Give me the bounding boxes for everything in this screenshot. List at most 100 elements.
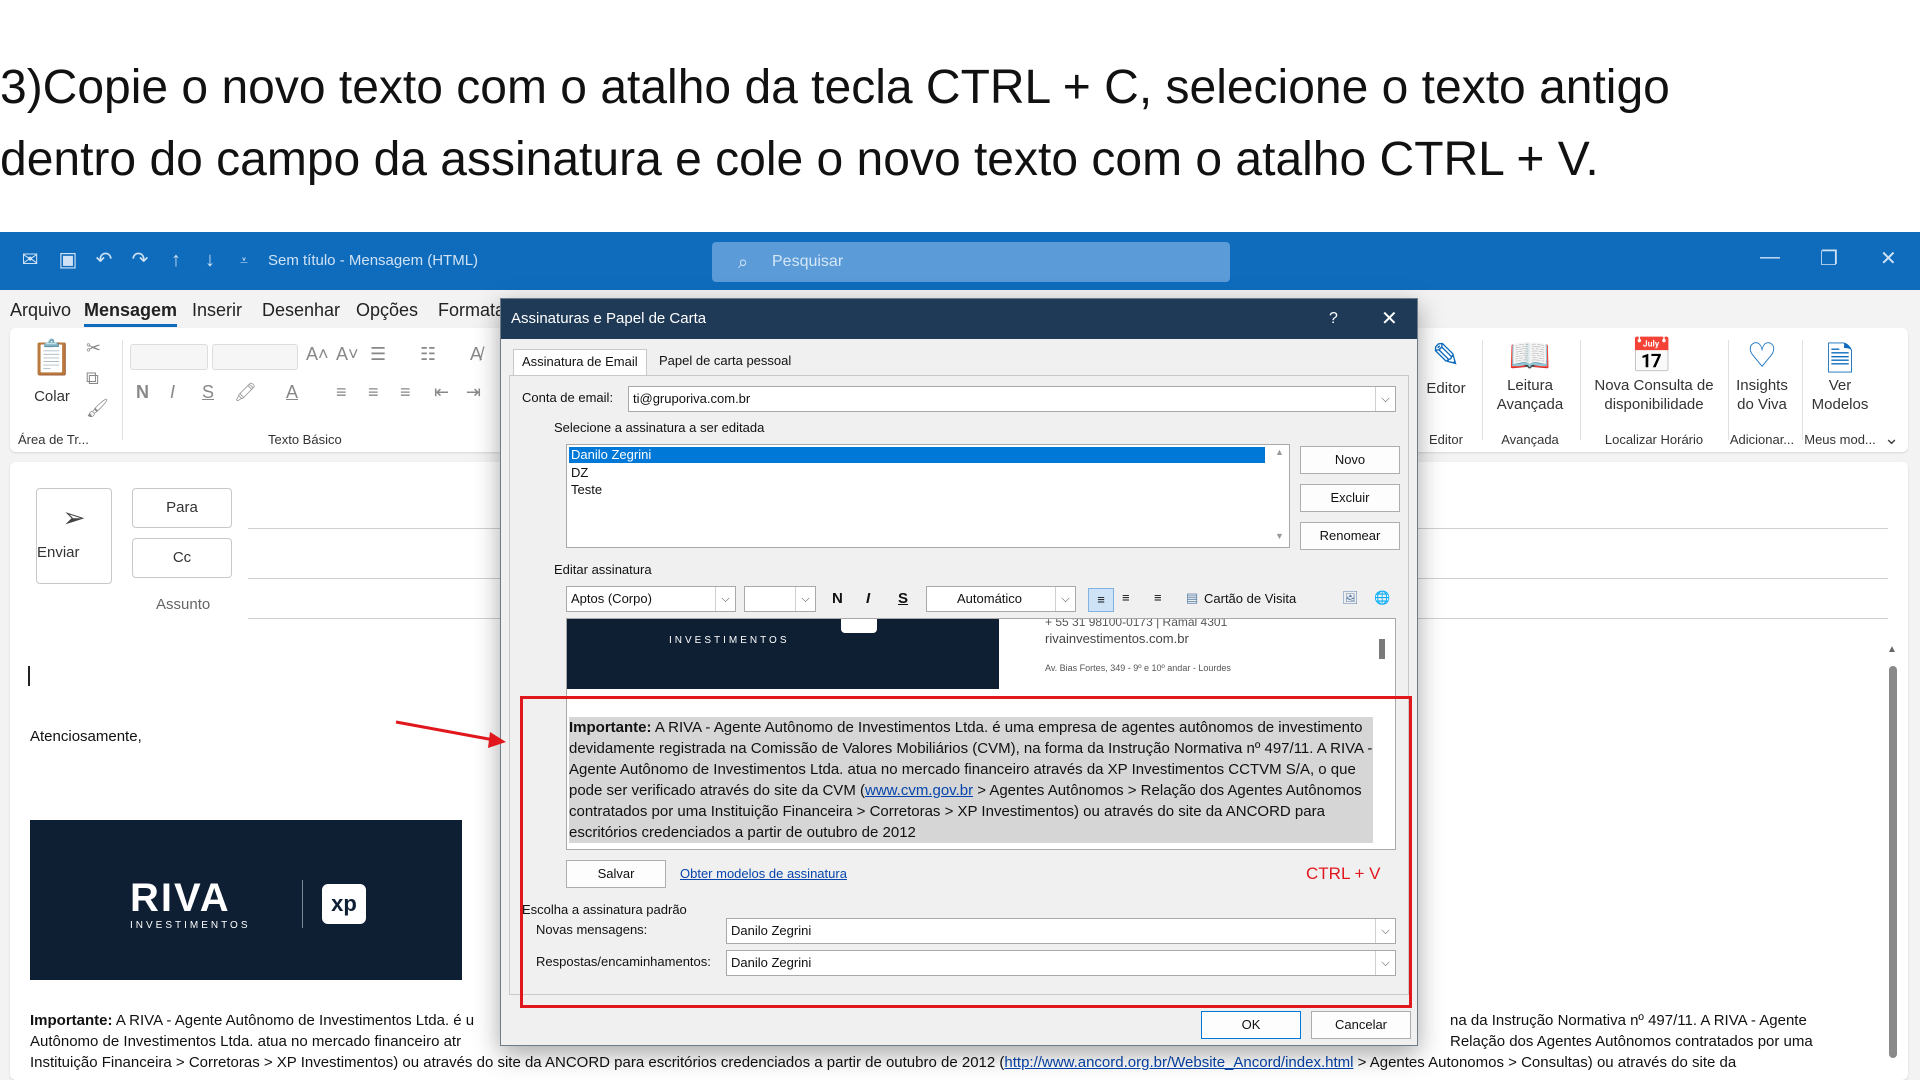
close-icon[interactable]: ✕ bbox=[1381, 299, 1398, 339]
insights-label[interactable]: Insights do Viva bbox=[1732, 376, 1792, 414]
ok-button[interactable]: OK bbox=[1201, 1011, 1301, 1039]
editor-scrollbar-thumb[interactable] bbox=[1379, 639, 1385, 659]
viva-insights-icon[interactable]: ♡ bbox=[1732, 336, 1792, 376]
sig-underline-button[interactable]: S bbox=[898, 590, 908, 607]
disclaimer-line-1b: na da Instrução Normativa nº 497/11. A R… bbox=[1450, 1012, 1807, 1029]
list-scroll-up-icon[interactable]: ▲ bbox=[1275, 447, 1284, 457]
indent-icon[interactable]: ⇥ bbox=[466, 382, 481, 403]
immersive-reader-label[interactable]: Leitura Avançada bbox=[1490, 376, 1570, 414]
immersive-reader-icon[interactable]: 📖 bbox=[1500, 336, 1560, 376]
copy-icon[interactable]: ⧉ bbox=[86, 368, 99, 389]
signature-list[interactable]: Danilo Zegrini DZ Teste ▲ ▼ bbox=[566, 444, 1290, 548]
signature-list-item[interactable]: Danilo Zegrini bbox=[569, 447, 1265, 463]
minimize-icon[interactable]: — bbox=[1760, 246, 1780, 269]
outdent-icon[interactable]: ⇤ bbox=[434, 382, 449, 403]
title-bar: ✉ ▣ ↶ ↷ ↑ ↓ ⩡ Sem título - Mensagem (HTM… bbox=[0, 232, 1920, 290]
rename-signature-button[interactable]: Renomear bbox=[1300, 522, 1400, 550]
underline-button[interactable]: S bbox=[202, 382, 214, 403]
signature-list-item[interactable]: DZ bbox=[567, 465, 1289, 482]
tab-desenhar[interactable]: Desenhar bbox=[262, 300, 340, 321]
business-card-icon[interactable]: ▤ bbox=[1186, 590, 1198, 606]
align-center-icon[interactable]: ≡ bbox=[1122, 590, 1130, 605]
chevron-down-icon: ⌵ bbox=[1055, 587, 1075, 611]
new-signature-button[interactable]: Novo bbox=[1300, 446, 1400, 474]
subject-label: Assunto bbox=[156, 596, 211, 613]
font-size-box[interactable] bbox=[212, 344, 298, 370]
ancord-link[interactable]: http://www.ancord.org.br/Website_Ancord/… bbox=[1004, 1054, 1353, 1071]
arrow-down-icon[interactable]: ↓ bbox=[198, 248, 222, 272]
save-icon[interactable]: ▣ bbox=[56, 248, 80, 272]
close-window-icon[interactable]: ✕ bbox=[1880, 246, 1897, 271]
tab-mensagem[interactable]: Mensagem bbox=[84, 300, 178, 327]
font-name-box[interactable] bbox=[130, 344, 208, 370]
paste-icon[interactable]: 📋 bbox=[22, 338, 82, 378]
restore-icon[interactable]: ❐ bbox=[1820, 246, 1838, 271]
tab-inserir[interactable]: Inserir bbox=[192, 300, 242, 321]
ribbon-divider bbox=[1580, 340, 1581, 440]
grow-font-icon[interactable]: A˄ bbox=[306, 344, 329, 365]
align-center-icon[interactable]: ≡ bbox=[368, 382, 379, 403]
sig-italic-button[interactable]: I bbox=[866, 590, 870, 607]
important-label: Importante: bbox=[30, 1012, 113, 1029]
bullets-icon[interactable]: ☰ bbox=[370, 344, 386, 365]
undo-icon[interactable]: ↶ bbox=[92, 248, 116, 272]
customize-toolbar-icon[interactable]: ⩡ bbox=[232, 248, 256, 272]
search-icon: ⌕ bbox=[738, 252, 749, 272]
arrow-up-icon[interactable]: ↑ bbox=[164, 248, 188, 272]
paste-label[interactable]: Colar bbox=[30, 388, 74, 405]
font-color-select[interactable]: Automático ⌵ bbox=[926, 586, 1076, 612]
font-color-icon[interactable]: A bbox=[286, 382, 298, 403]
scrollbar-thumb[interactable] bbox=[1889, 666, 1897, 1058]
cut-icon[interactable]: ✂ bbox=[86, 338, 101, 359]
numbering-icon[interactable]: ☷ bbox=[420, 344, 436, 365]
annotation-arrow-icon bbox=[395, 720, 506, 748]
bold-button[interactable]: N bbox=[136, 382, 149, 403]
editor-label[interactable]: Editor bbox=[1416, 380, 1476, 397]
delete-signature-button[interactable]: Excluir bbox=[1300, 484, 1400, 512]
account-label: Conta de email: bbox=[522, 390, 614, 405]
tab-email-signature[interactable]: Assinatura de Email bbox=[513, 349, 647, 375]
edit-signature-label: Editar assinatura bbox=[554, 562, 652, 577]
cc-button[interactable]: Cc bbox=[132, 538, 232, 578]
tab-formatar[interactable]: Formata bbox=[438, 300, 505, 321]
calendar-chart-icon[interactable]: 📅 bbox=[1622, 336, 1682, 376]
compose-scrollbar[interactable]: ▲ bbox=[1886, 644, 1900, 1066]
account-select[interactable]: ti@gruporiva.com.br ⌵ bbox=[628, 386, 1396, 412]
editor-icon[interactable]: ✎ bbox=[1416, 336, 1476, 376]
tab-arquivo[interactable]: Arquivo bbox=[10, 300, 71, 321]
font-color-value: Automático bbox=[957, 591, 1023, 606]
highlight-icon[interactable]: 🖍 bbox=[234, 382, 257, 403]
list-scroll-down-icon[interactable]: ▼ bbox=[1275, 531, 1284, 541]
sig-bold-button[interactable]: N bbox=[832, 590, 843, 607]
font-size-select[interactable]: ⌵ bbox=[744, 586, 816, 612]
schedule-label[interactable]: Nova Consulta de disponibilidade bbox=[1584, 376, 1724, 414]
tab-personal-stationery[interactable]: Papel de carta pessoal bbox=[651, 349, 799, 375]
templates-label[interactable]: Ver Modelos bbox=[1810, 376, 1870, 414]
insert-picture-icon[interactable]: 🖼 bbox=[1342, 590, 1359, 606]
ribbon-expand-icon[interactable]: ⌄ bbox=[1884, 428, 1899, 449]
redo-icon[interactable]: ↷ bbox=[128, 248, 152, 272]
align-left-icon[interactable]: ≡ bbox=[1088, 588, 1114, 612]
cancel-button[interactable]: Cancelar bbox=[1311, 1011, 1411, 1039]
help-icon[interactable]: ? bbox=[1329, 299, 1338, 339]
align-left-icon[interactable]: ≡ bbox=[336, 382, 347, 403]
shrink-font-icon[interactable]: A˅ bbox=[336, 344, 359, 365]
clipboard-group-label: Área de Tr... bbox=[18, 432, 89, 447]
clear-format-icon[interactable]: A̸ bbox=[470, 344, 482, 365]
align-right-icon[interactable]: ≡ bbox=[1154, 590, 1162, 605]
annotation-ctrl-v: CTRL + V bbox=[1306, 864, 1381, 883]
insert-link-icon[interactable]: 🌐 bbox=[1374, 590, 1390, 606]
scroll-up-icon[interactable]: ▲ bbox=[1887, 644, 1897, 655]
tab-opcoes[interactable]: Opções bbox=[356, 300, 418, 321]
italic-button[interactable]: I bbox=[170, 382, 175, 403]
font-name-select[interactable]: Aptos (Corpo) ⌵ bbox=[566, 586, 736, 612]
signature-logo-text: INVESTIMENTOS bbox=[669, 635, 790, 646]
search-box[interactable]: ⌕ Pesquisar bbox=[712, 242, 1230, 282]
format-painter-icon[interactable]: 🖌 bbox=[86, 398, 109, 419]
business-card-button[interactable]: Cartão de Visita bbox=[1204, 591, 1296, 606]
signature-list-item[interactable]: Teste bbox=[567, 482, 1289, 499]
to-button[interactable]: Para bbox=[132, 488, 232, 528]
xp-logo bbox=[841, 619, 877, 633]
align-right-icon[interactable]: ≡ bbox=[400, 382, 411, 403]
send-button[interactable]: ➢ Enviar bbox=[36, 488, 112, 584]
